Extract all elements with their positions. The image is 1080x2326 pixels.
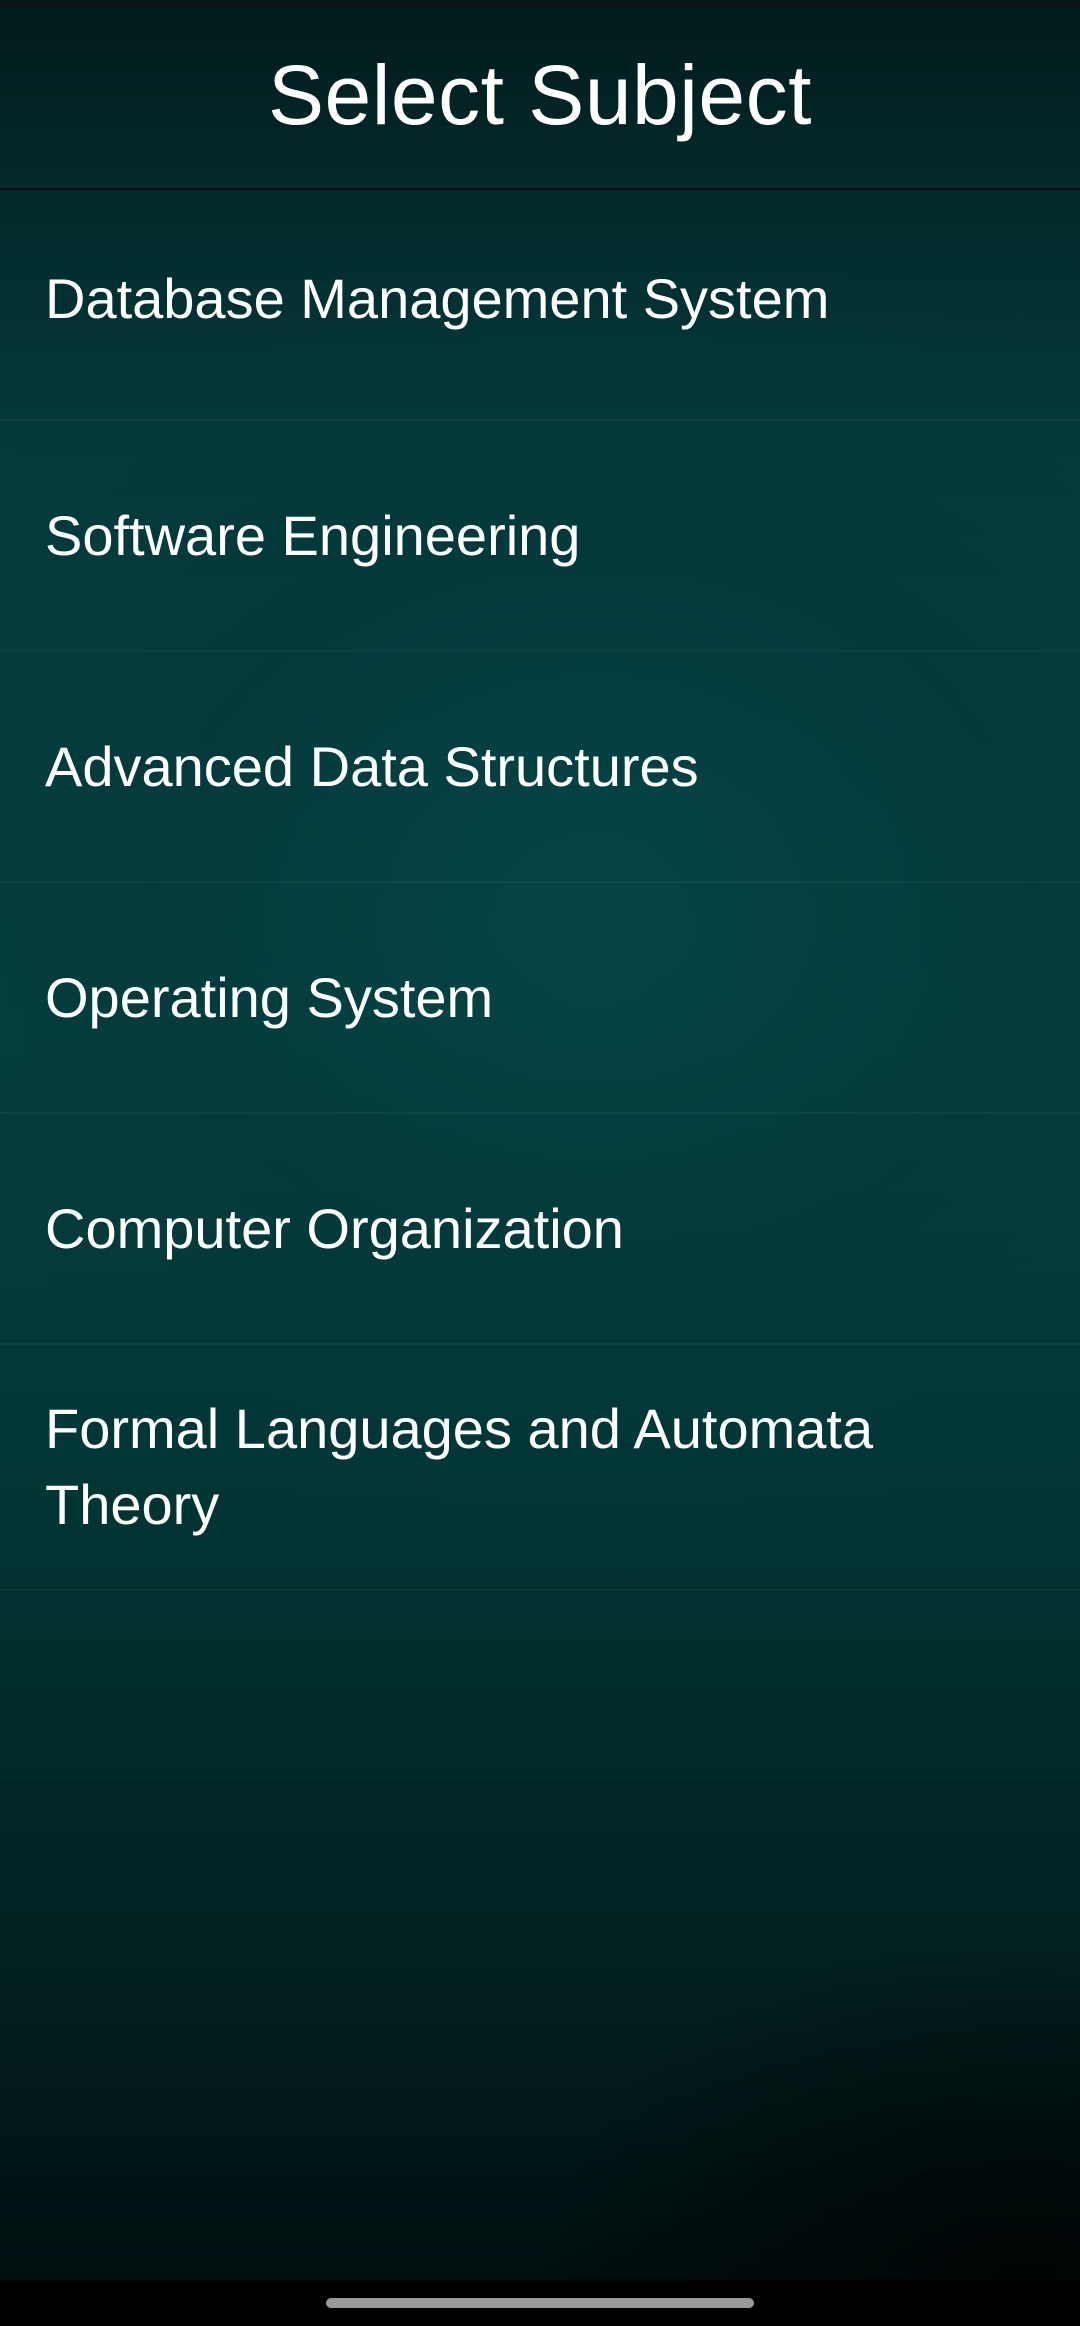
subject-item-database-management-system[interactable]: Database Management System	[0, 190, 1080, 421]
subject-item-computer-organization[interactable]: Computer Organization	[0, 1114, 1080, 1345]
navigation-bar	[0, 2280, 1080, 2326]
subject-item-advanced-data-structures[interactable]: Advanced Data Structures	[0, 652, 1080, 883]
subject-label: Database Management System	[45, 266, 830, 330]
app-header: Select Subject	[0, 6, 1080, 190]
subject-label: Formal Languages and Automata Theory	[45, 1397, 874, 1536]
subject-item-operating-system[interactable]: Operating System	[0, 883, 1080, 1114]
subject-label: Advanced Data Structures	[45, 734, 699, 798]
page-title: Select Subject	[268, 47, 812, 142]
subject-label: Operating System	[45, 965, 494, 1029]
subject-item-software-engineering[interactable]: Software Engineering	[0, 421, 1080, 652]
subject-item-formal-languages-and-automata-theory[interactable]: Formal Languages and Automata Theory	[0, 1345, 1080, 1591]
subject-label: Computer Organization	[45, 1196, 624, 1260]
home-indicator[interactable]	[326, 2298, 754, 2308]
subject-list: Database Management System Software Engi…	[0, 190, 1080, 1591]
subject-label: Software Engineering	[45, 503, 581, 567]
screen-background: Select Subject Database Management Syste…	[0, 0, 1080, 2280]
